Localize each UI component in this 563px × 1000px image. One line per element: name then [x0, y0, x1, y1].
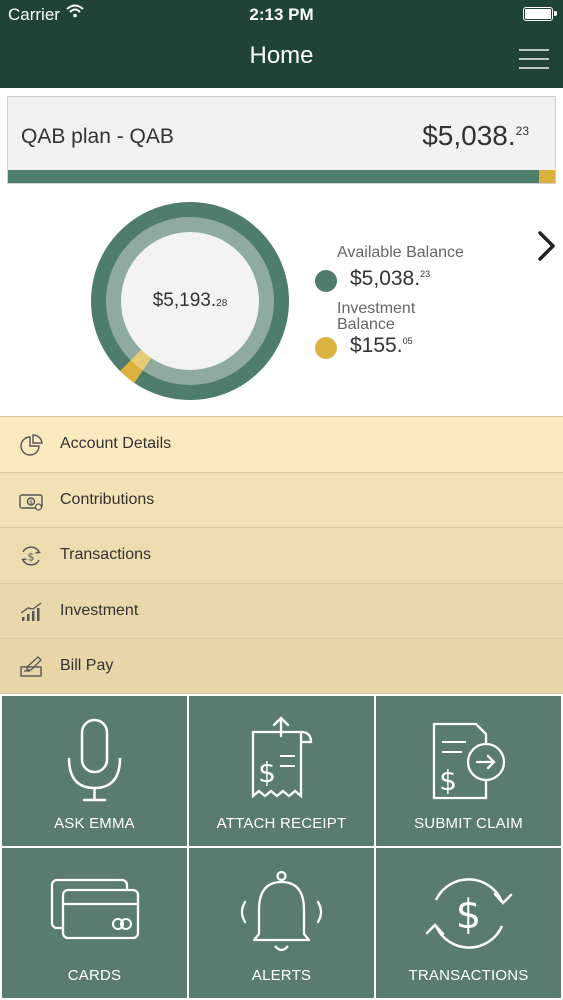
menu-item-label: Transactions: [60, 546, 151, 564]
tile-label: SUBMIT CLAIM: [414, 815, 523, 832]
action-tiles: ASK EMMA $ ATTACH RECEIPT $ SUBMIT CLAIM: [0, 694, 563, 1000]
available-balance-label: Available Balance: [337, 244, 464, 261]
investment-balance-dot: [315, 337, 337, 359]
growth-chart-icon: [20, 602, 42, 621]
svg-text:$: $: [439, 764, 457, 797]
check-pay-icon: [20, 656, 42, 678]
dollar-cycle-icon: $: [21, 546, 41, 566]
menu-item-investment[interactable]: Investment: [0, 582, 563, 639]
tile-transactions[interactable]: $ TRANSACTIONS: [376, 848, 561, 998]
available-balance-value: $5,038.23: [350, 267, 431, 290]
investment-balance-label-2: Balance: [337, 316, 395, 333]
menu-item-contributions[interactable]: $ Contributions: [0, 471, 563, 528]
plan-name: QAB plan - QAB: [21, 125, 174, 148]
tile-alerts[interactable]: ALERTS: [189, 848, 374, 998]
tile-label: ATTACH RECEIPT: [216, 815, 347, 832]
menu-item-label: Contributions: [60, 490, 155, 508]
donut-total: $5,193. 28: [152, 290, 228, 311]
menu-item-transactions[interactable]: $ Transactions: [0, 527, 563, 583]
svg-text:$: $: [258, 756, 276, 789]
chevron-right-icon[interactable]: [536, 230, 558, 262]
tile-cards[interactable]: CARDS: [2, 848, 187, 998]
plan-card[interactable]: QAB plan - QAB $5,038.23: [7, 96, 556, 184]
available-balance-dot: [315, 270, 337, 292]
status-time: 2:13 PM: [249, 5, 314, 24]
balance-donut-chart: $5,193. 28: [90, 201, 290, 401]
investment-balance-label: Investment: [337, 300, 416, 317]
status-bar: Carrier 2:13 PM: [0, 0, 563, 30]
plan-amount: $5,038.23: [422, 120, 529, 151]
tile-attach-receipt[interactable]: $ ATTACH RECEIPT: [189, 696, 374, 846]
menu-item-bill-pay[interactable]: Bill Pay: [0, 638, 563, 694]
tile-label: ASK EMMA: [54, 815, 135, 832]
plan-balance-bar: [8, 170, 555, 183]
svg-text:$: $: [29, 499, 33, 506]
pie-chart-icon: [20, 434, 43, 456]
tile-ask-emma[interactable]: ASK EMMA: [2, 696, 187, 846]
nav-header: Home: [0, 30, 563, 88]
investment-balance-value: $155.05: [350, 334, 413, 357]
svg-text:$: $: [456, 892, 481, 938]
battery-icon: [523, 7, 557, 21]
menu-item-label: Account Details: [60, 435, 172, 453]
account-menu: Account Details $ Contributions $ Transa…: [0, 416, 563, 694]
hamburger-menu-icon[interactable]: [519, 44, 549, 70]
svg-text:$: $: [28, 551, 35, 564]
plan-investment-segment: [539, 170, 555, 183]
tile-label: CARDS: [67, 967, 122, 984]
tile-label: ALERTS: [251, 967, 312, 984]
page-title: Home: [249, 42, 314, 69]
tile-submit-claim[interactable]: $ SUBMIT CLAIM: [376, 696, 561, 846]
cash-icon: $: [19, 493, 43, 511]
tile-label: TRANSACTIONS: [408, 967, 529, 984]
menu-item-label: Investment: [60, 602, 139, 620]
menu-item-label: Bill Pay: [60, 657, 114, 675]
menu-item-account-details[interactable]: Account Details: [0, 416, 563, 472]
